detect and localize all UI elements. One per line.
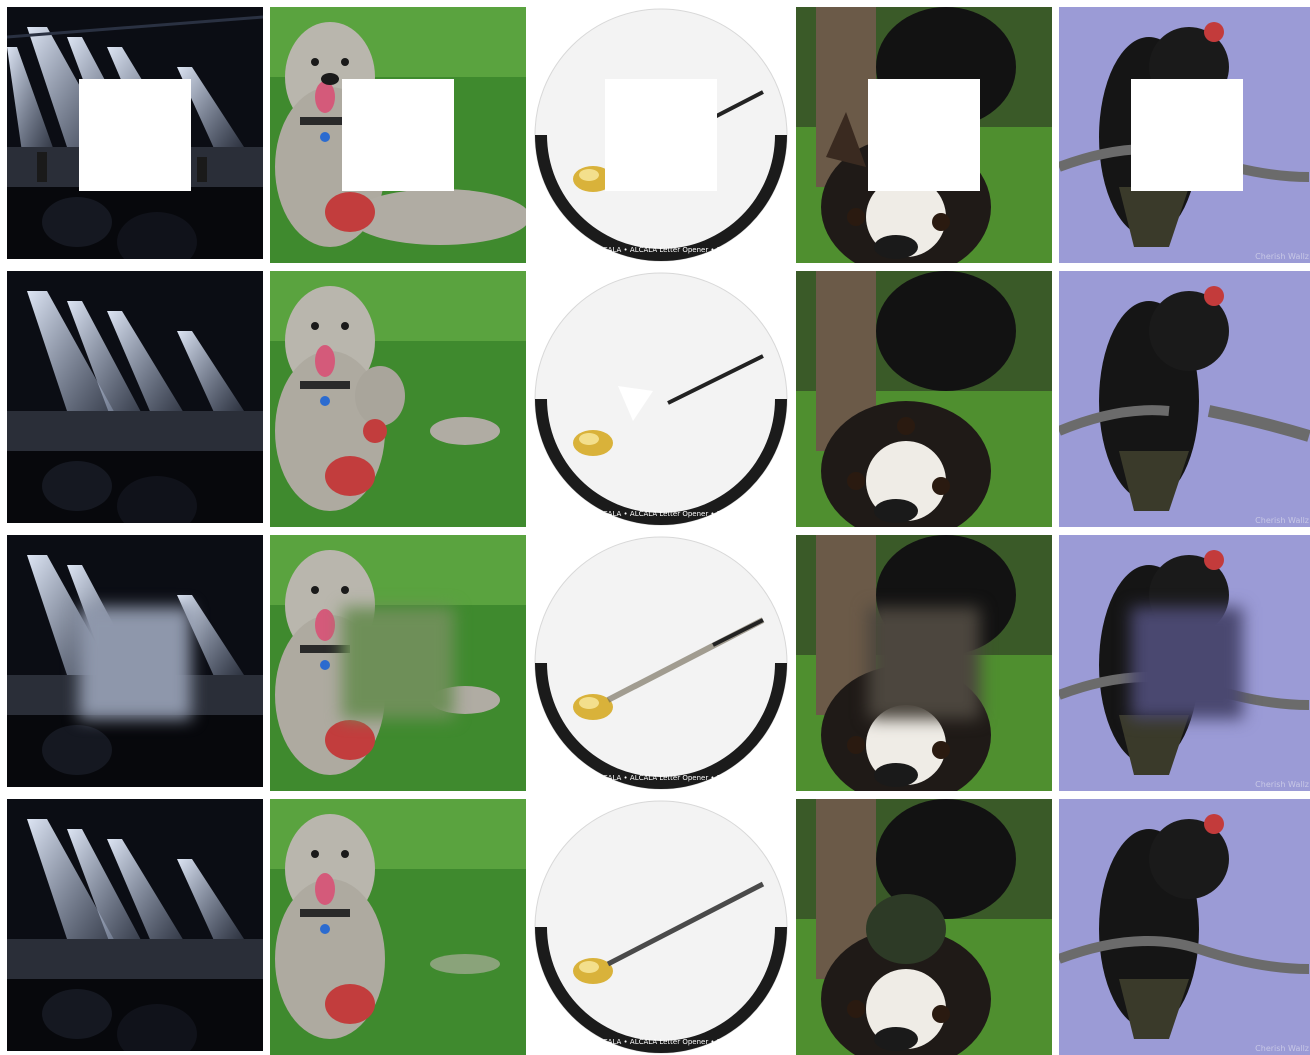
disc-caption: Abrecartas ALCALA • ALCALA Letter Opener… — [554, 1038, 768, 1046]
letter-opener-disc-result-b: Abrecartas ALCALA • ALCALA Letter Opener… — [533, 535, 789, 791]
inpaint-mask — [605, 79, 717, 191]
concert-stage-result-c — [7, 799, 263, 1055]
concert-stage-result-a — [7, 271, 263, 527]
disc-caption: Abrecartas ALCALA • ALCALA Letter Opener… — [554, 510, 768, 518]
inpaint-mask — [868, 79, 980, 191]
boston-terrier-result-a — [796, 271, 1052, 527]
concert-stage-image — [7, 799, 263, 1055]
vulture-image: Cherish Wallz — [1059, 799, 1310, 1055]
letter-opener-disc-result-c: Abrecartas ALCALA • ALCALA Letter Opener… — [533, 799, 789, 1055]
letter-opener-disc-image: Abrecartas ALCALA • ALCALA Letter Opener… — [533, 799, 789, 1055]
letter-opener-disc-masked: Abrecartas ALCALA • ALCALA Letter Opener… — [533, 7, 789, 263]
inpainted-region — [1131, 607, 1243, 719]
letter-opener-disc-result-a: Abrecartas ALCALA • ALCALA Letter Opener… — [533, 271, 789, 527]
vulture-image: Cherish Wallz — [1059, 271, 1310, 527]
inpaint-mask — [79, 79, 191, 191]
wolfhound-dog-result-a — [270, 271, 526, 527]
boston-terrier-image — [796, 799, 1052, 1055]
vulture-result-b: Cherish Wallz — [1059, 535, 1310, 791]
image-grid: Abrecartas ALCALA • ALCALA Letter Opener… — [0, 0, 1310, 1055]
watermark: Cherish Wallz — [1255, 780, 1309, 789]
inpaint-mask — [1131, 79, 1243, 191]
inpainted-region — [868, 607, 980, 719]
inpainted-region — [342, 607, 454, 719]
inpaint-mask — [342, 79, 454, 191]
letter-opener-disc-image: Abrecartas ALCALA • ALCALA Letter Opener… — [533, 271, 789, 527]
concert-stage-image — [7, 271, 263, 527]
concert-stage-result-b — [7, 535, 263, 791]
vulture-result-c: Cherish Wallz — [1059, 799, 1310, 1055]
vulture-result-a: Cherish Wallz — [1059, 271, 1310, 527]
boston-terrier-result-b — [796, 535, 1052, 791]
wolfhound-dog-result-c — [270, 799, 526, 1055]
wolfhound-dog-image — [270, 799, 526, 1055]
wolfhound-dog-image — [270, 271, 526, 527]
boston-terrier-result-c — [796, 799, 1052, 1055]
watermark: Cherish Wallz — [1255, 252, 1309, 261]
letter-opener-disc-image: Abrecartas ALCALA • ALCALA Letter Opener… — [533, 535, 789, 791]
disc-caption: Abrecartas ALCALA • ALCALA Letter Opener… — [554, 774, 768, 782]
watermark: Cherish Wallz — [1255, 516, 1309, 525]
concert-stage-masked — [7, 7, 263, 263]
boston-terrier-masked — [796, 7, 1052, 263]
wolfhound-dog-masked — [270, 7, 526, 263]
boston-terrier-image — [796, 271, 1052, 527]
wolfhound-dog-result-b — [270, 535, 526, 791]
watermark: Cherish Wallz — [1255, 1044, 1309, 1053]
disc-caption: Abrecartas ALCALA • ALCALA Letter Opener… — [554, 246, 768, 254]
vulture-masked: Cherish Wallz — [1059, 7, 1310, 263]
inpainted-region — [79, 607, 191, 719]
